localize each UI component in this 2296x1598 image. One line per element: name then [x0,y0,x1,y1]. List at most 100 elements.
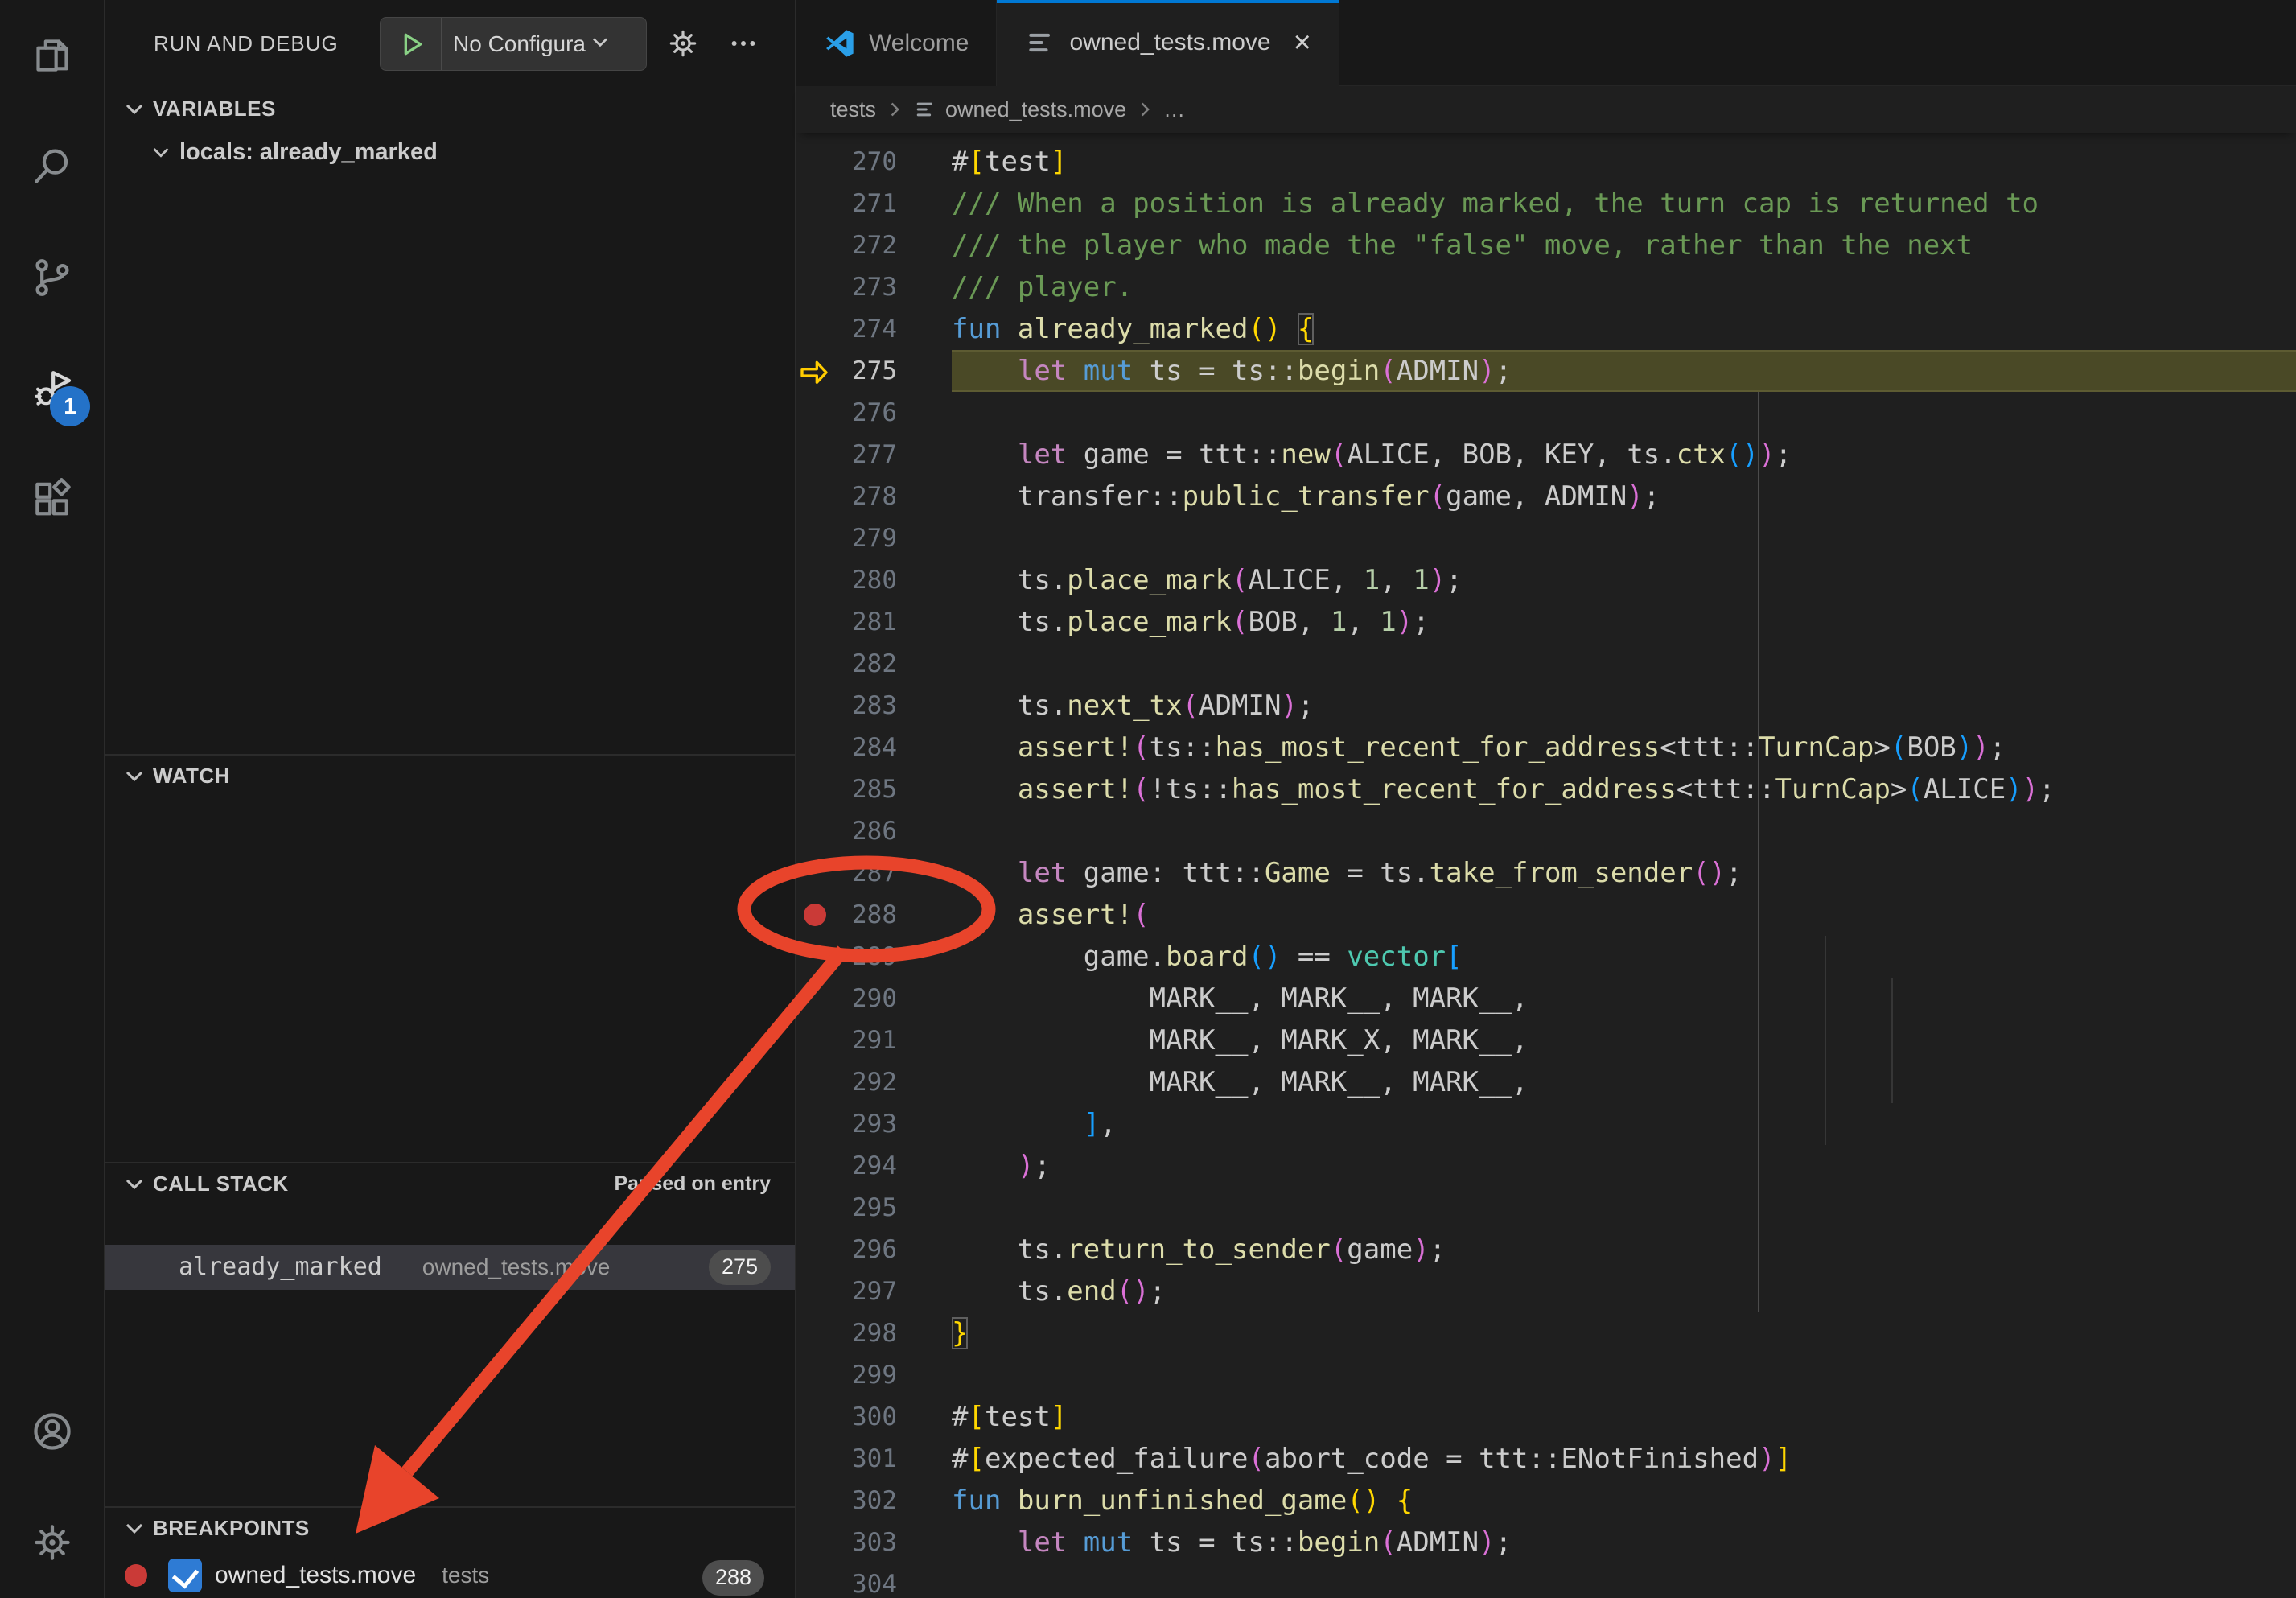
gutter-275[interactable] [796,350,837,392]
watch-body [105,797,795,1162]
activity-item-settings[interactable] [0,1487,105,1598]
line-number: 298 [837,1312,897,1354]
code-text: ); [952,1145,2296,1187]
line-number: 299 [837,1354,897,1396]
stack-frame-function: already_marked [179,1253,382,1281]
gutter-277[interactable] [796,434,837,476]
code-text: let mut ts = ts::begin(ADMIN); [952,1522,2296,1563]
code-line-303: 303 let mut ts = ts::begin(ADMIN); [796,1522,2296,1563]
stack-frame-row[interactable]: already_marked owned_tests.move 275 [105,1245,795,1290]
breakpoint-enabled-checkbox[interactable] [168,1559,202,1592]
gutter-292[interactable] [796,1061,837,1103]
breakpoint-dot-icon[interactable] [804,904,826,926]
code-text: #[test] [952,141,2296,183]
activity-item-search[interactable] [0,111,105,222]
gutter-295[interactable] [796,1187,837,1229]
chevron-right-icon [1133,97,1157,121]
call-stack-section-header[interactable]: CALL STACK Paused on entry [105,1162,795,1205]
breakpoint-list-item[interactable]: owned_tests.move tests 288 [105,1554,795,1598]
gutter-281[interactable] [796,601,837,643]
gutter-300[interactable] [796,1396,837,1438]
chevron-down-icon [147,138,175,166]
breadcrumb-item[interactable]: owned_tests.move [913,97,1126,122]
close-icon[interactable]: × [1294,27,1311,58]
code-line-271: 271/// When a position is already marked… [796,183,2296,224]
breadcrumb-item[interactable]: … [1163,97,1185,122]
tab-welcome[interactable]: Welcome [796,0,997,86]
gutter-288[interactable] [796,894,837,936]
gutter-290[interactable] [796,978,837,1019]
gutter-296[interactable] [796,1229,837,1271]
code-line-298: 298} [796,1312,2296,1354]
code-text: let game: ttt::Game = ts.take_from_sende… [952,852,2296,894]
code-text: ts.end(); [952,1271,2296,1312]
views-more-actions-button[interactable] [721,21,766,66]
gutter-286[interactable] [796,810,837,852]
line-number: 277 [837,434,897,476]
gutter-285[interactable] [796,768,837,810]
line-number: 283 [837,685,897,727]
locals-scope-row[interactable]: locals: already_marked [105,130,795,175]
gutter-299[interactable] [796,1354,837,1396]
code-line-286: 286 [796,810,2296,852]
code-text: /// When a position is already marked, t… [952,183,2296,224]
locals-scope-label: locals: already_marked [179,139,438,166]
account-icon [30,1409,75,1454]
code-text: ], [952,1103,2296,1145]
line-number: 303 [837,1522,897,1563]
activity-bar: 1 [0,0,105,1598]
gutter-289[interactable] [796,936,837,978]
code-line-297: 297 ts.end(); [796,1271,2296,1312]
gutter-294[interactable] [796,1145,837,1187]
gutter-303[interactable] [796,1522,837,1563]
debug-config-dropdown[interactable]: No Configura [380,17,647,71]
stack-frame-line-badge: 275 [709,1250,771,1285]
activity-item-accounts[interactable] [0,1376,105,1487]
gutter-287[interactable] [796,852,837,894]
gutter-270[interactable] [796,141,837,183]
code-text: MARK__, MARK__, MARK__, [952,978,2296,1019]
activity-item-explorer[interactable] [0,0,105,111]
gutter-274[interactable] [796,308,837,350]
gutter-302[interactable] [796,1480,837,1522]
debug-settings-gear-button[interactable] [660,21,706,66]
gutter-273[interactable] [796,266,837,308]
code-line-279: 279 [796,517,2296,559]
gutter-278[interactable] [796,476,837,517]
gutter-280[interactable] [796,559,837,601]
watch-section-label: WATCH [153,764,230,789]
breadcrumb-item[interactable]: tests [830,97,876,122]
variables-section-header[interactable]: VARIABLES [105,87,795,130]
code-line-281: 281 ts.place_mark(BOB, 1, 1); [796,601,2296,643]
gutter-304[interactable] [796,1563,837,1598]
gutter-301[interactable] [796,1438,837,1480]
line-number: 296 [837,1229,897,1271]
chevron-down-icon [587,29,613,59]
gutter-283[interactable] [796,685,837,727]
code-editor[interactable]: 270#[test]271/// When a position is alre… [796,133,2296,1598]
breakpoints-section-header[interactable]: BREAKPOINTS [105,1506,795,1549]
debug-active-sessions-badge: 1 [50,386,90,426]
gutter-284[interactable] [796,727,837,768]
gutter-282[interactable] [796,643,837,685]
code-line-289: 289 game.board() == vector[ [796,936,2296,978]
tab-owned-tests-move[interactable]: owned_tests.move × [997,0,1339,86]
gutter-272[interactable] [796,224,837,266]
code-text: /// the player who made the "false" move… [952,224,2296,266]
start-debug-icon[interactable] [381,18,442,70]
gutter-279[interactable] [796,517,837,559]
tab-label: owned_tests.move [1069,29,1270,56]
activity-item-extensions[interactable] [0,444,105,555]
watch-section-header[interactable]: WATCH [105,754,795,797]
gutter-276[interactable] [796,392,837,434]
gutter-298[interactable] [796,1312,837,1354]
gutter-297[interactable] [796,1271,837,1312]
gutter-291[interactable] [796,1019,837,1061]
line-number: 301 [837,1438,897,1480]
breadcrumb: tests owned_tests.move … [796,86,2296,133]
activity-item-run-and-debug[interactable]: 1 [0,333,105,444]
gutter-293[interactable] [796,1103,837,1145]
code-text: assert!(ts::has_most_recent_for_address<… [952,727,2296,768]
gutter-271[interactable] [796,183,837,224]
activity-item-source-control[interactable] [0,222,105,333]
